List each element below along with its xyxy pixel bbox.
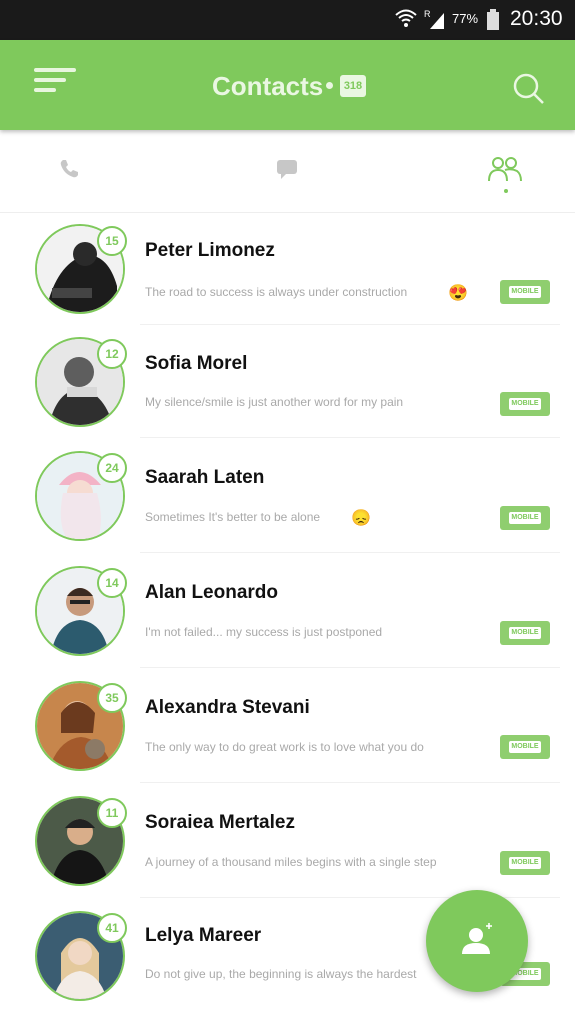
chat-icon xyxy=(275,160,299,185)
contact-avatar[interactable]: 41 xyxy=(31,907,127,1003)
contact-status: I'm not failed... my success is just pos… xyxy=(145,625,383,639)
divider xyxy=(140,667,560,668)
contact-avatar[interactable]: 24 xyxy=(31,447,127,543)
status-bar: R 77% 20:30 xyxy=(0,0,575,40)
svg-text:R: R xyxy=(424,9,431,19)
in-love-emoji-icon: 😍 xyxy=(448,285,468,302)
contact-status: My silence/smile is just another word fo… xyxy=(145,395,404,409)
contact-avatar[interactable]: 11 xyxy=(31,792,127,888)
battery-icon xyxy=(486,9,500,36)
divider xyxy=(140,437,560,438)
contact-status: The road to success is always under cons… xyxy=(145,285,408,299)
mobile-badge[interactable]: MOBILE xyxy=(500,851,550,875)
contact-avatar[interactable]: 14 xyxy=(31,562,127,658)
age-badge: 14 xyxy=(97,568,127,598)
phone-icon xyxy=(57,160,81,185)
title-separator-dot xyxy=(326,82,333,89)
contact-name[interactable]: Soraiea Mertalez xyxy=(145,812,295,834)
divider xyxy=(140,782,560,783)
contact-name[interactable]: Alexandra Stevani xyxy=(145,697,310,719)
contacts-count-badge: 318 xyxy=(340,75,366,97)
search-icon[interactable] xyxy=(510,70,546,106)
contact-status: A journey of a thousand miles begins wit… xyxy=(145,855,437,869)
contact-name[interactable]: Peter Limonez xyxy=(145,240,275,262)
divider xyxy=(140,552,560,553)
signal-icon: R xyxy=(424,8,446,35)
sad-emoji-icon: 😞 xyxy=(351,510,371,527)
contact-avatar[interactable]: 12 xyxy=(31,333,127,429)
wifi-icon xyxy=(394,8,418,33)
contact-name[interactable]: Sofia Morel xyxy=(145,353,247,375)
age-badge: 35 xyxy=(97,683,127,713)
age-badge: 15 xyxy=(97,226,127,256)
page-title: Contacts xyxy=(212,71,324,101)
contacts-icon xyxy=(487,157,523,187)
hamburger-menu-icon[interactable] xyxy=(30,62,80,102)
mobile-badge[interactable]: MOBILE xyxy=(500,621,550,645)
mobile-badge[interactable]: MOBILE xyxy=(500,506,550,530)
contact-avatar[interactable]: 35 xyxy=(31,677,127,773)
age-badge: 12 xyxy=(97,339,127,369)
contact-name[interactable]: Saarah Laten xyxy=(145,467,264,489)
age-badge: 24 xyxy=(97,453,127,483)
age-badge: 11 xyxy=(97,798,127,828)
contact-name[interactable]: Lelya Mareer xyxy=(145,925,261,947)
add-contact-button[interactable] xyxy=(426,890,528,992)
divider xyxy=(140,324,560,325)
mobile-badge[interactable]: MOBILE xyxy=(500,735,550,759)
add-contact-icon xyxy=(426,923,528,996)
contact-status: Sometimes It's better to be alone xyxy=(145,510,321,524)
contact-name[interactable]: Alan Leonardo xyxy=(145,582,278,604)
mobile-badge[interactable]: MOBILE xyxy=(500,392,550,416)
active-tab-indicator xyxy=(504,189,508,193)
contact-status: The only way to do great work is to love… xyxy=(145,740,424,754)
tab-contacts[interactable] xyxy=(487,155,523,183)
contact-status: Do not give up, the beginning is always … xyxy=(145,967,417,981)
mobile-badge[interactable]: MOBILE xyxy=(500,280,550,304)
contact-avatar[interactable]: 15 xyxy=(31,220,127,316)
battery-percent: 77% xyxy=(452,11,479,26)
age-badge: 41 xyxy=(97,913,127,943)
clock: 20:30 xyxy=(510,7,563,30)
tab-chat[interactable] xyxy=(275,157,299,181)
tab-phone[interactable] xyxy=(57,157,81,181)
